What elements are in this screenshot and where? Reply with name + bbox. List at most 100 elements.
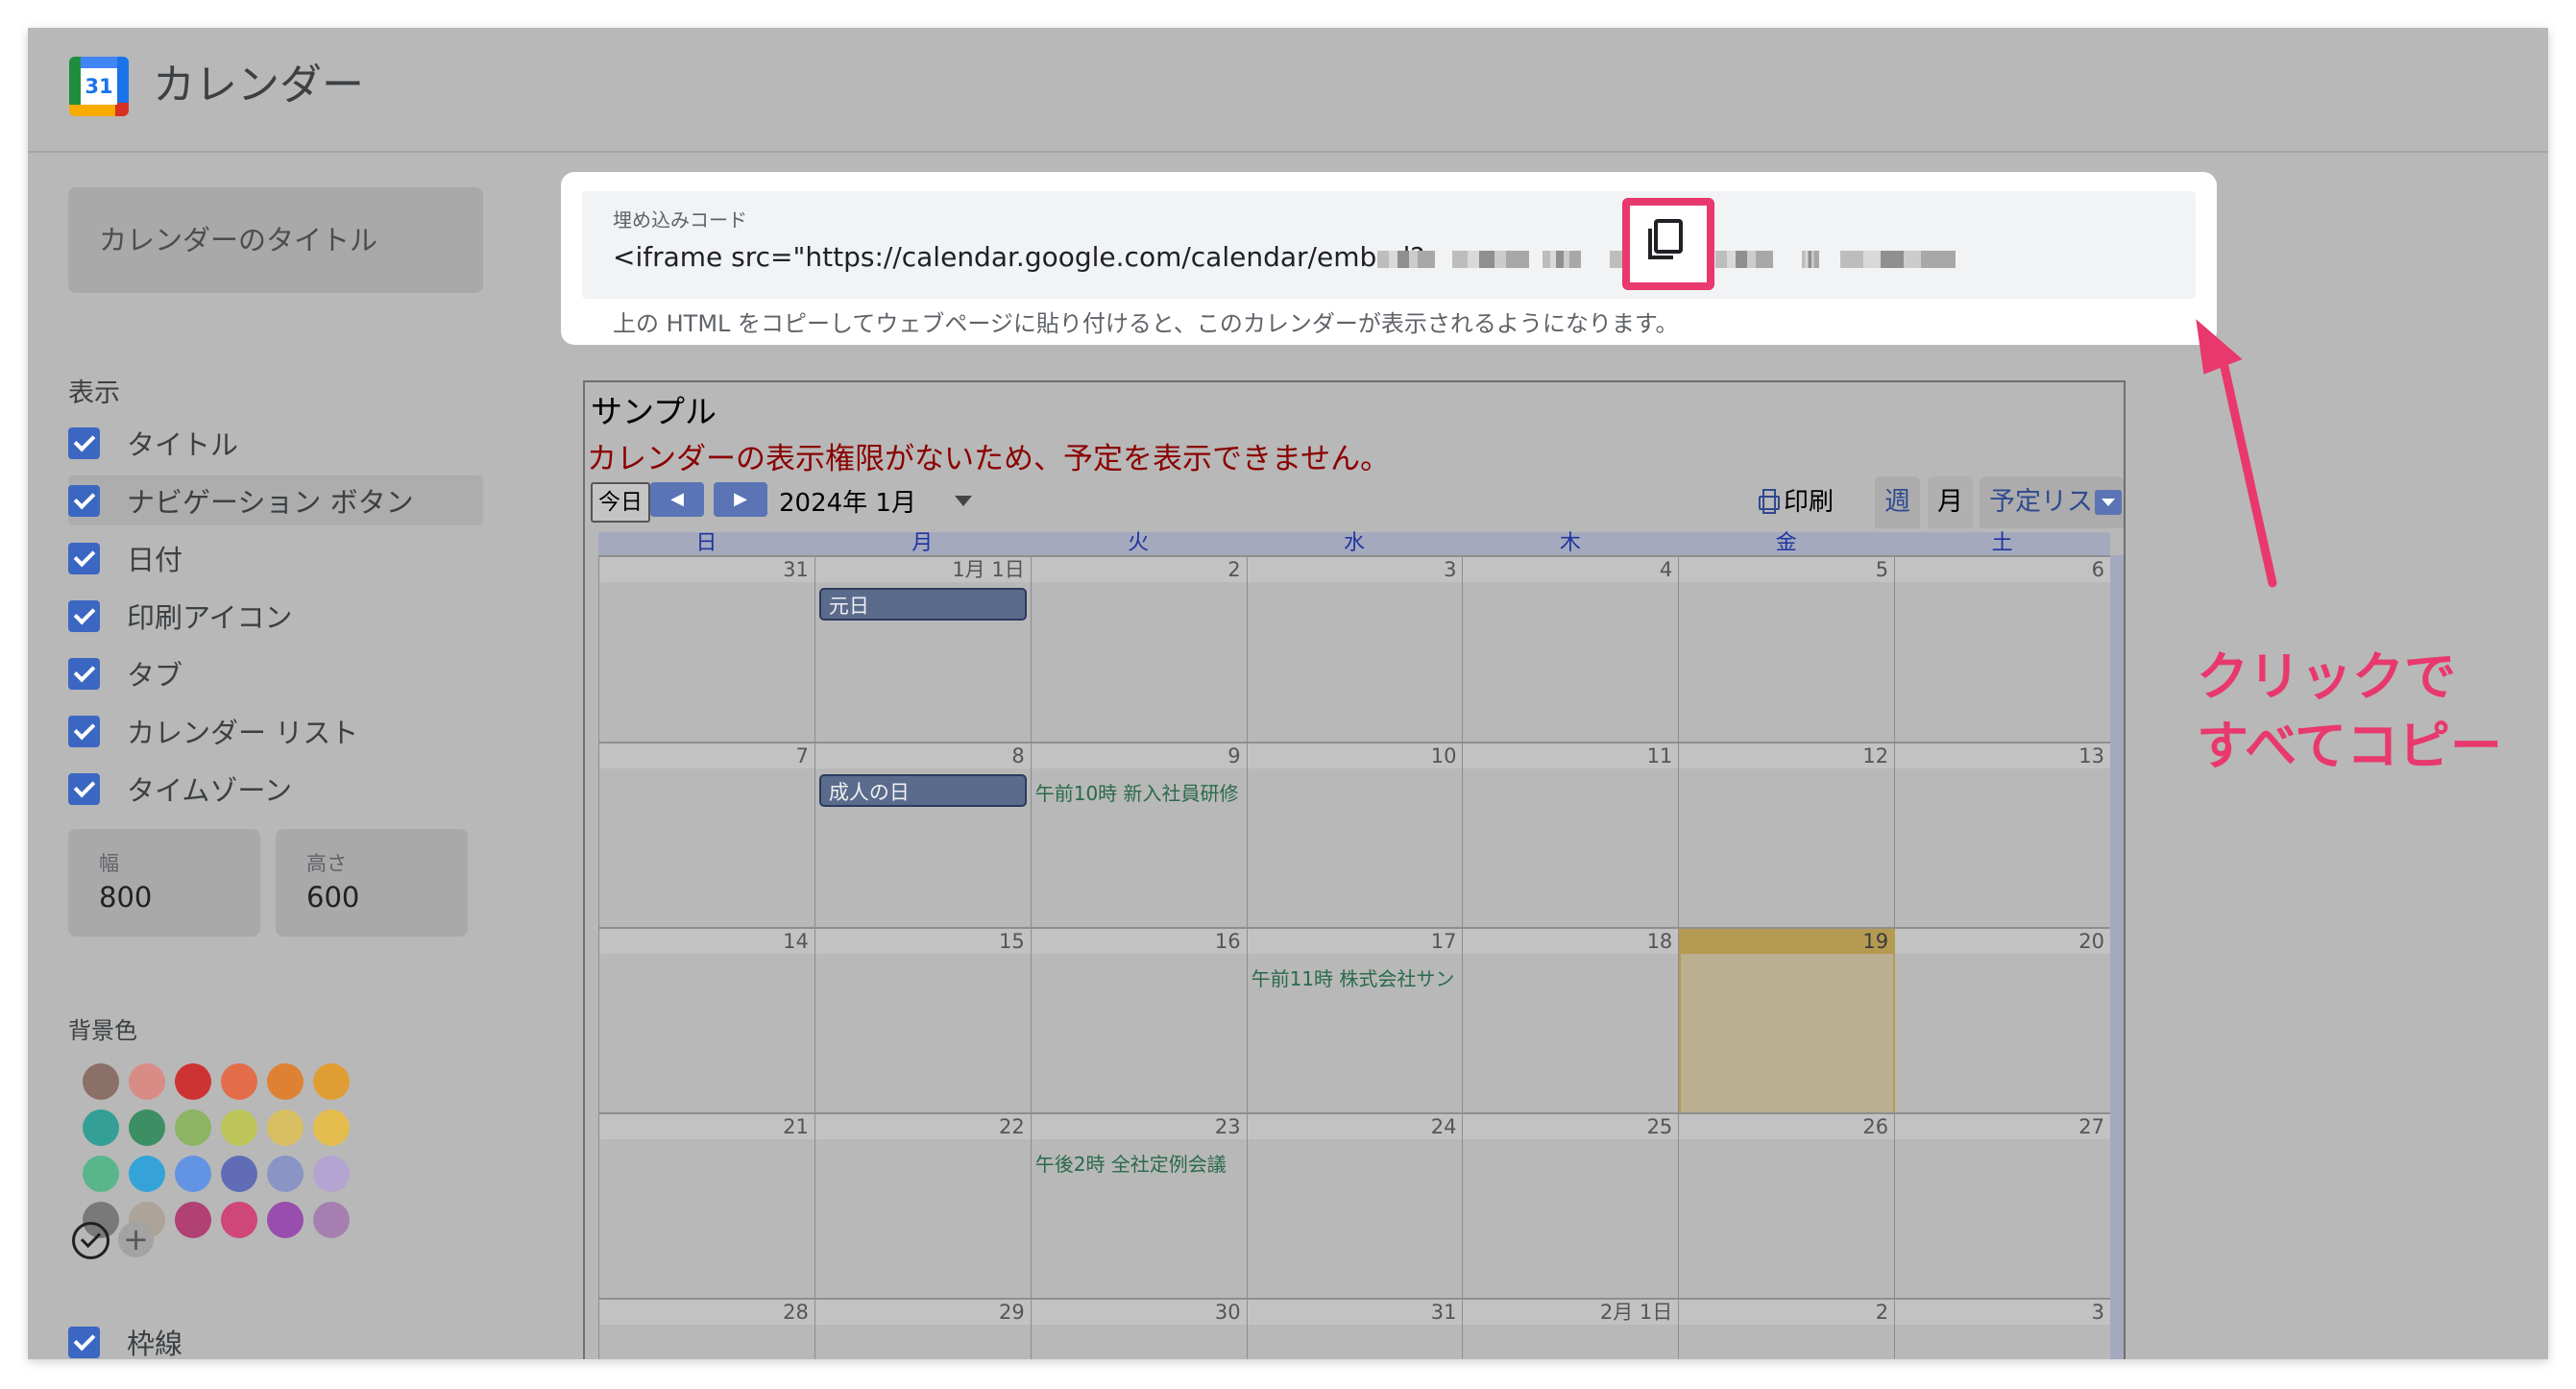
color-swatch[interactable]: [267, 1202, 304, 1238]
day-number[interactable]: 29: [999, 1300, 1025, 1325]
day-number[interactable]: 1月 1日: [952, 557, 1024, 582]
color-swatch[interactable]: [313, 1063, 350, 1100]
checkbox-checked-icon[interactable]: [68, 426, 100, 459]
day-cell[interactable]: 2: [1679, 1300, 1896, 1359]
color-swatch[interactable]: [175, 1156, 211, 1192]
day-number[interactable]: 3: [1444, 557, 1456, 582]
checkbox-checked-icon[interactable]: [68, 484, 100, 517]
day-cell[interactable]: 2月 1日: [1463, 1300, 1680, 1359]
option-title-checkbox[interactable]: タイトル: [68, 418, 238, 468]
color-swatch[interactable]: [267, 1109, 304, 1146]
print-button[interactable]: 印刷: [1757, 482, 1834, 518]
checkbox-checked-icon[interactable]: [68, 715, 100, 747]
day-cell[interactable]: 28: [598, 1300, 815, 1359]
day-number[interactable]: 13: [2078, 743, 2104, 768]
tab-month[interactable]: 月: [1928, 476, 1973, 528]
day-cell[interactable]: 22: [814, 1114, 1032, 1300]
width-input[interactable]: 幅 800: [68, 829, 260, 937]
color-swatch[interactable]: [83, 1156, 119, 1192]
color-swatch[interactable]: [175, 1202, 211, 1238]
color-swatch[interactable]: [129, 1109, 165, 1146]
day-number[interactable]: 31: [783, 557, 809, 582]
day-cell[interactable]: 13: [1895, 743, 2111, 929]
color-swatch[interactable]: [129, 1063, 165, 1100]
day-cell[interactable]: 21: [598, 1114, 815, 1300]
embed-code-text[interactable]: <iframe src="https://calendar.google.com…: [613, 241, 1424, 273]
color-swatch[interactable]: [313, 1202, 350, 1238]
day-cell[interactable]: 14: [598, 929, 815, 1114]
day-number[interactable]: 9: [1227, 743, 1240, 768]
next-month-button[interactable]: ▶: [714, 482, 767, 517]
embed-code-field[interactable]: 埋め込みコード <iframe src="https://calendar.go…: [582, 191, 2196, 299]
calendar-title-input[interactable]: カレンダーのタイトル: [68, 187, 483, 293]
event-training[interactable]: 午前10時 新入社員研修: [1035, 778, 1247, 806]
day-number[interactable]: 30: [1215, 1300, 1241, 1325]
add-color-icon[interactable]: +: [118, 1222, 154, 1257]
day-cell[interactable]: 30: [1031, 1300, 1248, 1359]
current-month-label[interactable]: 2024年 1月: [779, 483, 916, 519]
day-cell[interactable]: 12: [1679, 743, 1896, 929]
day-cell[interactable]: 24: [1247, 1114, 1464, 1300]
event-company[interactable]: 午前11時 株式会社サン: [1252, 963, 1463, 991]
color-swatch[interactable]: [313, 1109, 350, 1146]
day-cell[interactable]: 7: [598, 743, 815, 929]
option-timezone-checkbox[interactable]: タイムゾーン: [68, 764, 292, 814]
day-number[interactable]: 15: [999, 929, 1025, 954]
option-date-checkbox[interactable]: 日付: [68, 533, 182, 583]
day-number[interactable]: 21: [783, 1114, 809, 1139]
day-number[interactable]: 8: [1011, 743, 1024, 768]
day-number[interactable]: 25: [1647, 1114, 1673, 1139]
checkbox-checked-icon[interactable]: [68, 542, 100, 574]
day-number[interactable]: 19: [1862, 929, 1888, 954]
height-input[interactable]: 高さ 600: [276, 829, 468, 937]
day-number[interactable]: 24: [1431, 1114, 1457, 1139]
prev-month-button[interactable]: ◀: [650, 482, 704, 517]
color-swatch[interactable]: [313, 1156, 350, 1192]
day-number[interactable]: 26: [1862, 1114, 1888, 1139]
day-number[interactable]: 2月 1日: [1600, 1300, 1672, 1325]
day-cell[interactable]: 5: [1679, 557, 1896, 743]
day-number[interactable]: 23: [1215, 1114, 1241, 1139]
day-number[interactable]: 3: [2092, 1300, 2104, 1325]
day-cell[interactable]: 9 午前10時 新入社員研修: [1031, 743, 1248, 929]
color-swatch[interactable]: [221, 1063, 257, 1100]
option-print-icon-checkbox[interactable]: 印刷アイコン: [68, 591, 293, 641]
tab-week[interactable]: 週: [1875, 476, 1920, 528]
day-number[interactable]: 31: [1431, 1300, 1457, 1325]
color-swatch[interactable]: [267, 1063, 304, 1100]
checkbox-checked-icon[interactable]: [68, 657, 100, 690]
dropdown-icon[interactable]: [955, 496, 972, 506]
day-cell[interactable]: 3: [1247, 557, 1464, 743]
day-cell[interactable]: 4: [1463, 557, 1680, 743]
day-cell[interactable]: 11: [1463, 743, 1680, 929]
day-cell[interactable]: 29: [814, 1300, 1032, 1359]
day-number[interactable]: 2: [1876, 1300, 1888, 1325]
option-tabs-checkbox[interactable]: タブ: [68, 648, 182, 698]
option-calendar-list-checkbox[interactable]: カレンダー リスト: [68, 706, 358, 756]
color-swatch[interactable]: [175, 1109, 211, 1146]
day-number[interactable]: 14: [783, 929, 809, 954]
day-number[interactable]: 18: [1647, 929, 1673, 954]
day-cell[interactable]: 2: [1031, 557, 1248, 743]
option-navigation-checkbox[interactable]: ナビゲーション ボタン: [68, 475, 483, 525]
day-number[interactable]: 17: [1431, 929, 1457, 954]
event-new-year[interactable]: 元日: [818, 588, 1027, 621]
today-button[interactable]: 今日: [591, 482, 650, 523]
color-swatch[interactable]: [221, 1156, 257, 1192]
day-cell[interactable]: 20: [1895, 929, 2111, 1114]
day-number[interactable]: 22: [999, 1114, 1025, 1139]
day-number[interactable]: 28: [783, 1300, 809, 1325]
day-cell[interactable]: 17 午前11時 株式会社サン: [1247, 929, 1464, 1114]
day-cell[interactable]: 15: [814, 929, 1032, 1114]
day-number[interactable]: 4: [1660, 557, 1672, 582]
day-cell[interactable]: 26: [1679, 1114, 1896, 1300]
day-number[interactable]: 16: [1215, 929, 1241, 954]
day-cell[interactable]: 27: [1895, 1114, 2111, 1300]
day-cell[interactable]: 3: [1895, 1300, 2111, 1359]
day-cell[interactable]: 31: [1247, 1300, 1464, 1359]
day-cell[interactable]: 6: [1895, 557, 2111, 743]
day-cell[interactable]: 25: [1463, 1114, 1680, 1300]
day-cell[interactable]: 8 成人の日: [814, 743, 1032, 929]
day-number[interactable]: 2: [1227, 557, 1240, 582]
color-swatch[interactable]: [175, 1063, 211, 1100]
